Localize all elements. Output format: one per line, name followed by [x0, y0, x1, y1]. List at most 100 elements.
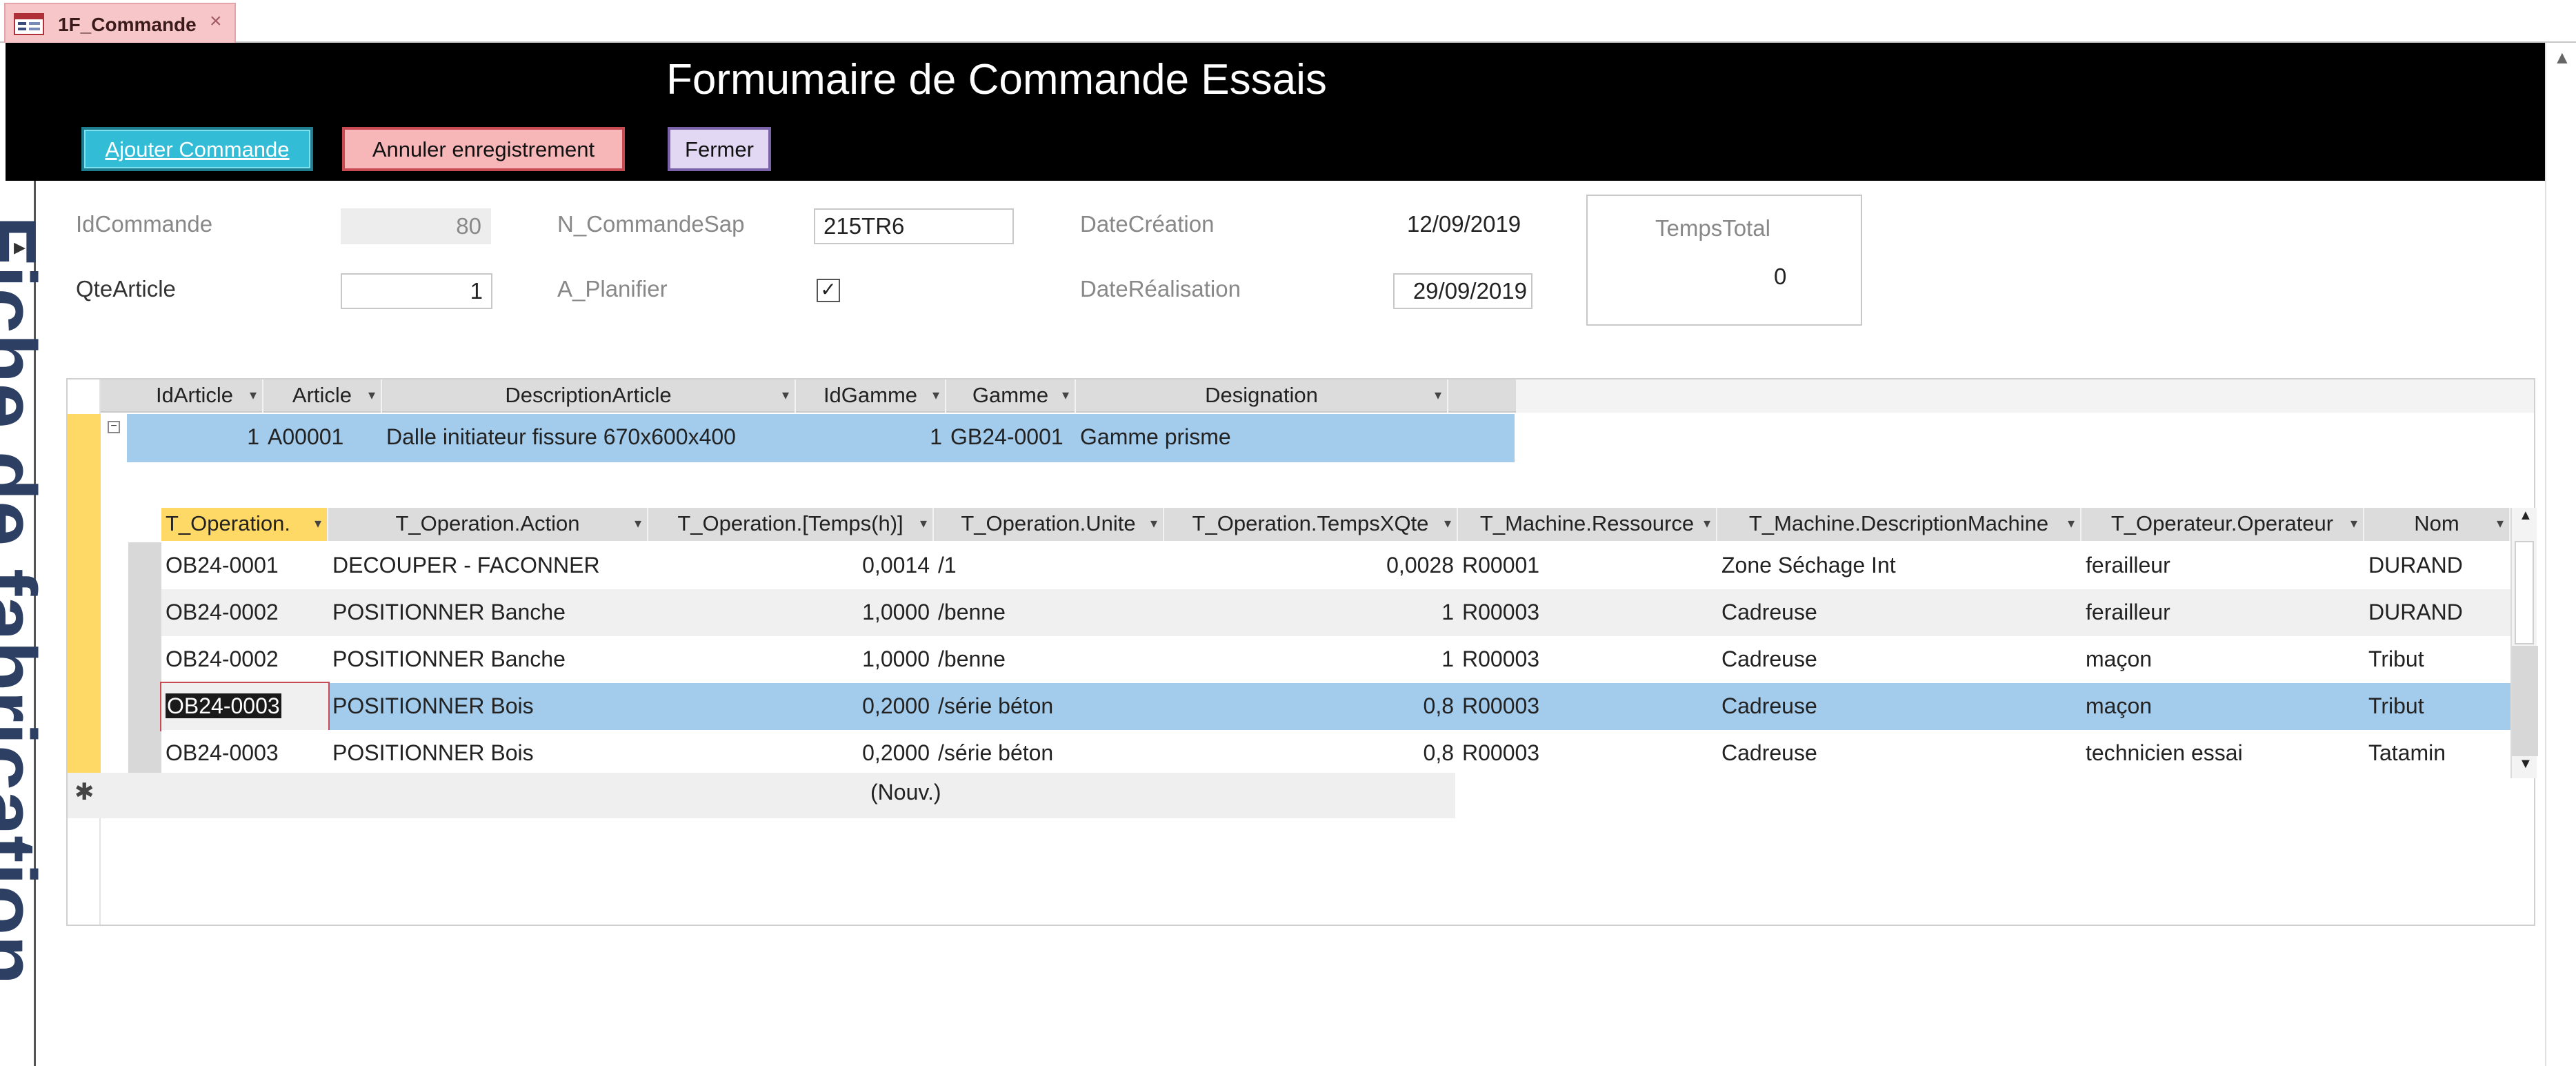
add-order-button[interactable]: Ajouter Commande [81, 127, 313, 171]
commande-sap-field[interactable]: 215TR6 [814, 208, 1014, 244]
cell-temps[interactable]: 0,2000 [648, 683, 934, 730]
dropdown-arrow-icon[interactable] [1150, 508, 1157, 540]
operation-row[interactable]: OB24-0002 POSITIONNER Banche 1,0000 /ben… [161, 636, 2510, 683]
cell-description-machine[interactable]: Cadreuse [1717, 636, 2081, 683]
cell-ressource[interactable]: R00001 [1458, 542, 1717, 589]
scroll-thumb[interactable] [2515, 541, 2534, 644]
cell-action[interactable]: POSITIONNER Banche [328, 636, 648, 683]
cell-idgamme[interactable]: 1 [796, 414, 946, 461]
cell-ressource[interactable]: R00003 [1458, 636, 1717, 683]
date-creation-field[interactable]: 12/09/2019 [1407, 211, 1521, 237]
dropdown-arrow-icon[interactable] [1435, 379, 1441, 411]
cell-nom[interactable]: Tribut [2364, 636, 2510, 683]
dropdown-arrow-icon[interactable] [368, 379, 375, 411]
cell-gamme[interactable]: GB24-0001 [946, 414, 1076, 461]
col-header-description-machine[interactable]: T_Machine.DescriptionMachine [1717, 508, 2081, 541]
col-header-nom[interactable]: Nom [2364, 508, 2510, 541]
cell-description-machine[interactable]: Cadreuse [1717, 683, 2081, 730]
cell-temps[interactable]: 0,2000 [648, 730, 934, 777]
cell-operateur[interactable]: technicien essai [2081, 730, 2364, 777]
scroll-down-icon[interactable]: ▼ [2519, 756, 2533, 772]
cell-operateur[interactable]: maçon [2081, 636, 2364, 683]
cell-unite[interactable]: /série béton [934, 683, 1164, 730]
operations-vertical-scrollbar[interactable]: ▲ ▼ [2510, 508, 2538, 778]
col-header-idarticle[interactable]: IdArticle [127, 379, 263, 413]
idcommande-field[interactable]: 80 [341, 208, 491, 244]
cell-operation[interactable]: OB24-0001 [161, 542, 328, 589]
col-header-idgamme[interactable]: IdGamme [796, 379, 946, 413]
cell-operation[interactable]: OB24-0003 [161, 730, 328, 777]
cell-description-machine[interactable]: Cadreuse [1717, 730, 2081, 777]
dropdown-arrow-icon[interactable] [1444, 508, 1451, 540]
cell-unite[interactable]: /1 [934, 542, 1164, 589]
a-planifier-checkbox[interactable]: ✓ [817, 279, 840, 302]
cell-operateur[interactable]: maçon [2081, 683, 2364, 730]
scroll-track[interactable] [2512, 646, 2538, 756]
cell-ressource[interactable]: R00003 [1458, 730, 1717, 777]
cell-tempsxqte[interactable]: 1 [1164, 589, 1458, 636]
cell-nom[interactable]: Tatamin [2364, 730, 2510, 777]
col-header-temps[interactable]: T_Operation.[Temps(h)] [648, 508, 934, 541]
col-header-description-article[interactable]: DescriptionArticle [382, 379, 796, 413]
cell-temps[interactable]: 0,0014 [648, 542, 934, 589]
dropdown-arrow-icon[interactable] [635, 508, 641, 540]
dropdown-arrow-icon[interactable] [782, 379, 789, 411]
cell-tempsxqte[interactable]: 0,8 [1164, 683, 1458, 730]
col-header-action[interactable]: T_Operation.Action [328, 508, 648, 541]
col-header-designation[interactable]: Designation [1076, 379, 1448, 413]
col-header-gamme[interactable]: Gamme [946, 379, 1076, 413]
cell-idarticle[interactable]: 1 [127, 414, 263, 461]
cell-operateur[interactable]: ferailleur [2081, 542, 2364, 589]
new-record-row[interactable]: ✱ (Nouv.) [68, 773, 1455, 818]
close-form-button[interactable]: Fermer [668, 127, 771, 171]
cell-temps[interactable]: 1,0000 [648, 589, 934, 636]
record-selector[interactable]: ▸ Fiche de fabrication [0, 181, 52, 1066]
cell-operation[interactable]: OB24-0002 [161, 589, 328, 636]
operations-record-selector[interactable] [128, 542, 161, 778]
cell-nom[interactable]: DURAND [2364, 589, 2510, 636]
col-header-unite[interactable]: T_Operation.Unite [934, 508, 1164, 541]
dropdown-arrow-icon[interactable] [1062, 379, 1069, 411]
dropdown-arrow-icon[interactable] [250, 379, 257, 411]
cell-designation[interactable]: Gamme prisme [1076, 414, 1448, 461]
cell-operation[interactable]: OB24-0002 [161, 636, 328, 683]
operation-row[interactable]: OB24-0001 DECOUPER - FACONNER 0,0014 /1 … [161, 542, 2510, 589]
cell-description-article[interactable]: Dalle initiateur fissure 670x600x400 [382, 414, 796, 461]
qte-article-field[interactable]: 1 [341, 273, 492, 309]
operation-row[interactable]: OB24-0003 POSITIONNER Bois 0,2000 /série… [161, 730, 2510, 778]
cell-ressource[interactable]: R00003 [1458, 589, 1717, 636]
cell-action[interactable]: POSITIONNER Bois [328, 683, 648, 730]
dropdown-arrow-icon[interactable] [2497, 508, 2504, 540]
cell-description-machine[interactable]: Zone Séchage Int [1717, 542, 2081, 589]
scroll-up-icon[interactable]: ▲ [2519, 508, 2533, 524]
cell-operation-active[interactable]: OB24-0003 [160, 682, 330, 731]
dropdown-arrow-icon[interactable] [932, 379, 939, 411]
form-vertical-scrollbar[interactable]: ▲ [2545, 43, 2576, 1066]
cell-nom[interactable]: DURAND [2364, 542, 2510, 589]
col-header-operation[interactable]: T_Operation. [161, 508, 328, 541]
tab-1f-commande[interactable]: 1F_Commande × [4, 3, 236, 43]
cell-action[interactable]: POSITIONNER Bois [328, 730, 648, 777]
cell-tempsxqte[interactable]: 0,0028 [1164, 542, 1458, 589]
dropdown-arrow-icon[interactable] [1704, 508, 1710, 540]
subform-record-selector[interactable] [68, 414, 101, 773]
dropdown-arrow-icon[interactable] [2068, 508, 2075, 540]
cell-tempsxqte[interactable]: 1 [1164, 636, 1458, 683]
article-row[interactable]: 1 A00001 Dalle initiateur fissure 670x60… [127, 414, 1515, 462]
close-tab-icon[interactable]: × [210, 10, 222, 33]
scroll-up-icon[interactable]: ▲ [2553, 47, 2571, 68]
cell-unite[interactable]: /série béton [934, 730, 1164, 777]
cell-temps[interactable]: 1,0000 [648, 636, 934, 683]
dropdown-arrow-icon[interactable] [314, 508, 321, 540]
cell-unite[interactable]: /benne [934, 589, 1164, 636]
cancel-record-button[interactable]: Annuler enregistrement [342, 127, 625, 171]
cell-action[interactable]: DECOUPER - FACONNER [328, 542, 648, 589]
cell-action[interactable]: POSITIONNER Banche [328, 589, 648, 636]
dropdown-arrow-icon[interactable] [2350, 508, 2357, 540]
col-header-operateur[interactable]: T_Operateur.Operateur [2081, 508, 2364, 541]
cell-nom[interactable]: Tribut [2364, 683, 2510, 730]
operation-row[interactable]: OB24-0002 POSITIONNER Banche 1,0000 /ben… [161, 589, 2510, 636]
cell-operateur[interactable]: ferailleur [2081, 589, 2364, 636]
operation-row-selected[interactable]: OB24-0003 POSITIONNER Bois 0,2000 /série… [160, 682, 2510, 731]
cell-tempsxqte[interactable]: 0,8 [1164, 730, 1458, 777]
